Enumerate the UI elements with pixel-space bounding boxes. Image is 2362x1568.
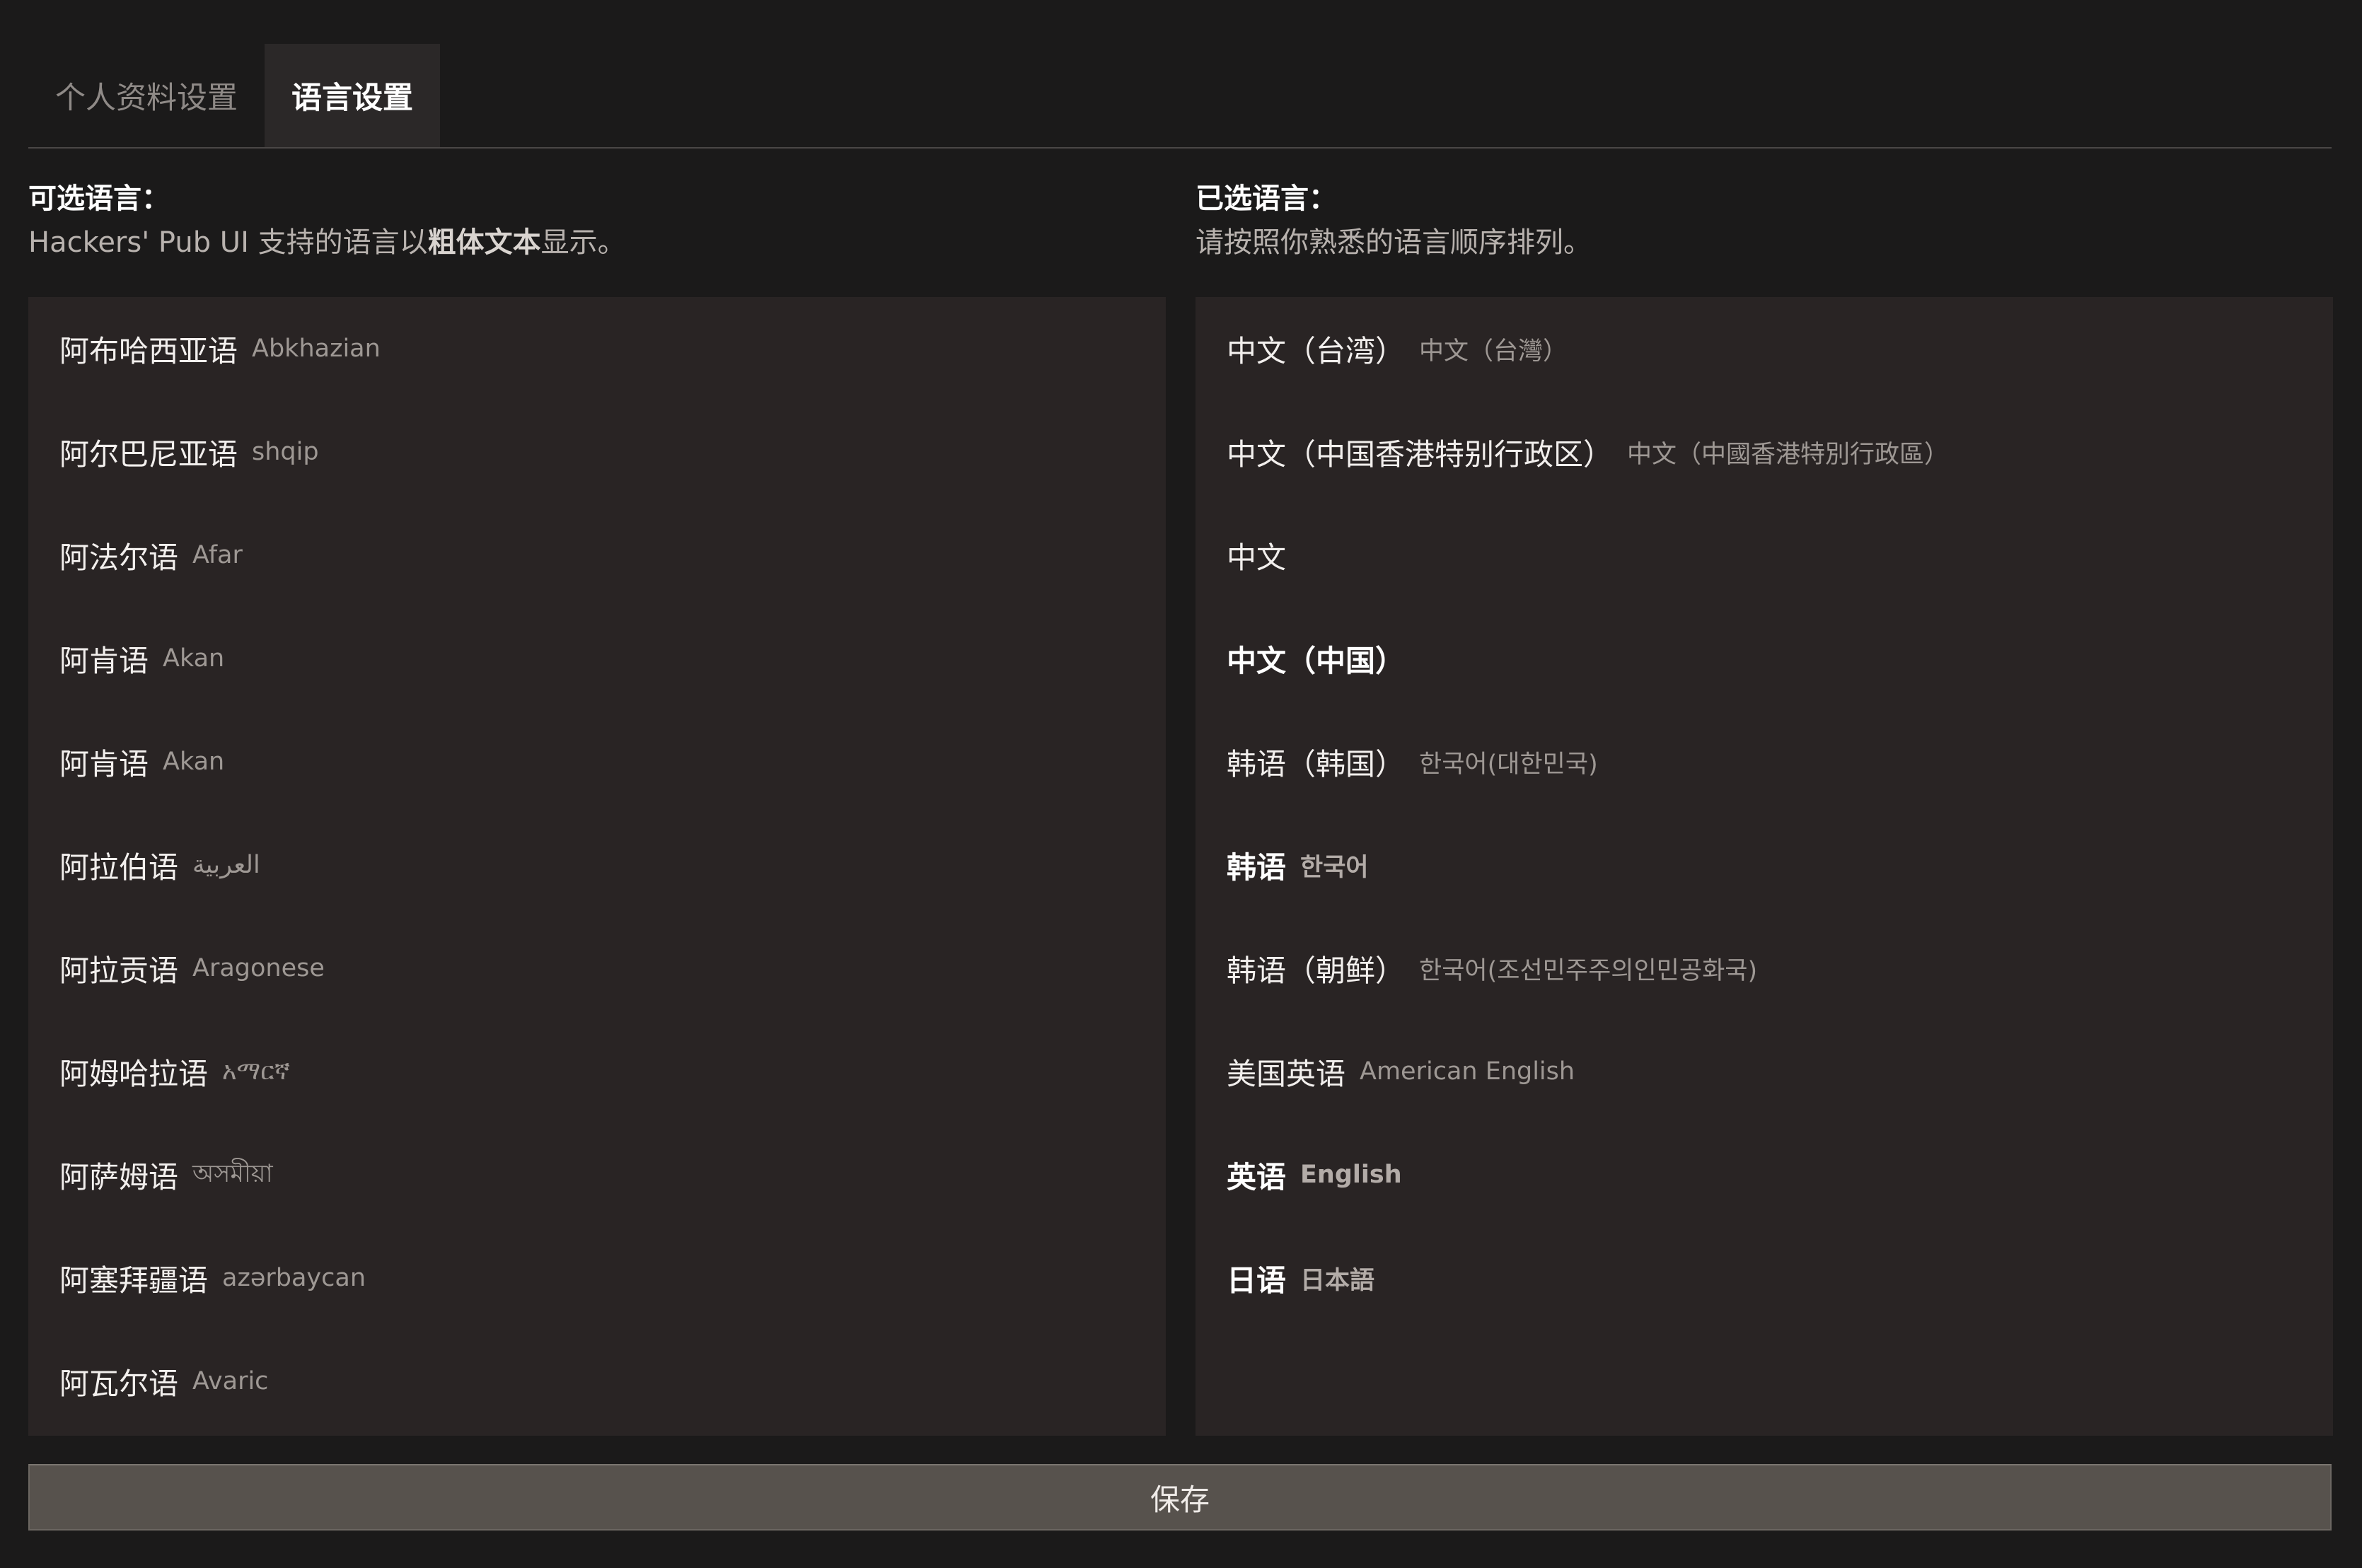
available-languages-description: Hackers' Pub UI 支持的语言以粗体文本显示。 (28, 221, 626, 265)
selected-language-item[interactable]: 日语 日本語 (1196, 1226, 2333, 1330)
selected-languages-list: 中文（台湾） 中文（台灣） 中文（中国香港特别行政区） 中文（中國香港特別行政區） … (1196, 297, 2333, 1436)
language-native-name: Akan (163, 748, 225, 776)
available-language-item[interactable]: 阿尔巴尼亚语 shqip (28, 400, 1166, 504)
language-native-name: 한국어(대한민국) (1419, 750, 1598, 779)
selected-languages-title: 已选语言： (1196, 182, 1337, 215)
language-name: 阿肯语 (59, 746, 149, 782)
language-name: 日语 (1227, 1262, 1287, 1298)
desc-text-bold: 粗体文本 (427, 226, 541, 259)
tab-language-settings[interactable]: 语言设置 (265, 44, 440, 147)
selected-language-item[interactable]: 中文 (1196, 504, 2333, 607)
language-name: 韩语（韩国） (1227, 746, 1406, 782)
language-native-name: 한국어(조선민주주의인민공화국) (1419, 956, 1758, 985)
language-native-name: English (1300, 1161, 1402, 1189)
selected-languages-header: 已选语言： 请按照你熟悉的语言顺序排列。 (1196, 177, 1592, 265)
available-language-item[interactable]: 阿肯语 Akan (28, 607, 1166, 710)
language-native-name: shqip (252, 438, 319, 466)
language-name: 韩语 (1227, 849, 1287, 885)
language-native-name: Aragonese (192, 954, 325, 982)
desc-text-before: Hackers' Pub UI 支持的语言以 (28, 226, 428, 259)
language-native-name: 한국어 (1300, 853, 1369, 882)
desc-text-after: 显示。 (540, 226, 626, 259)
language-name: 韩语（朝鲜） (1227, 953, 1406, 988)
selected-language-item[interactable]: 韩语（朝鲜） 한국어(조선민주주의인민공화국) (1196, 917, 2333, 1020)
available-languages-title: 可选语言： (28, 182, 170, 215)
selected-language-item[interactable]: 韩语 한국어 (1196, 813, 2333, 917)
language-name: 阿姆哈拉语 (59, 1056, 209, 1091)
available-languages-list: 阿布哈西亚语 Abkhazian 阿尔巴尼亚语 shqip 阿法尔语 Afar 阿肯语… (28, 297, 1166, 1436)
language-name: 阿拉伯语 (59, 849, 179, 885)
language-native-name: azərbaycan (222, 1264, 366, 1292)
available-languages-header: 可选语言： Hackers' Pub UI 支持的语言以粗体文本显示。 (28, 177, 626, 265)
available-language-item[interactable]: 阿拉伯语 العربية (28, 813, 1166, 917)
settings-tabs: 个人资料设置 语言设置 (28, 44, 2332, 149)
language-native-name: 中文（中國香港特別行政區） (1627, 440, 1950, 469)
selected-language-item[interactable]: 美国英语 American English (1196, 1020, 2333, 1123)
language-name: 阿瓦尔语 (59, 1366, 179, 1401)
available-language-item[interactable]: 阿萨姆语 অসমীয়া (28, 1123, 1166, 1226)
language-name: 阿布哈西亚语 (59, 333, 238, 368)
language-native-name: 日本語 (1300, 1266, 1375, 1295)
language-name: 中文（台湾） (1227, 333, 1406, 368)
language-name: 阿肯语 (59, 643, 149, 678)
available-language-item[interactable]: 阿塞拜疆语 azərbaycan (28, 1226, 1166, 1330)
language-native-name: American English (1360, 1057, 1575, 1086)
language-native-name: አማርኛ (222, 1057, 290, 1086)
language-native-name: Avaric (192, 1367, 269, 1395)
language-native-name: 中文（台灣） (1419, 337, 1568, 366)
language-name: 英语 (1227, 1159, 1287, 1195)
language-name: 阿塞拜疆语 (59, 1262, 209, 1298)
selected-language-item[interactable]: 中文（中国香港特别行政区） 中文（中國香港特別行政區） (1196, 400, 2333, 504)
language-native-name: Akan (163, 644, 225, 673)
selected-language-item[interactable]: 中文（台湾） 中文（台灣） (1196, 297, 2333, 400)
language-name: 阿拉贡语 (59, 953, 179, 988)
selected-language-item[interactable]: 英语 English (1196, 1123, 2333, 1226)
selected-language-item[interactable]: 中文（中国） (1196, 607, 2333, 710)
language-native-name: Afar (192, 541, 243, 569)
language-name: 中文 (1227, 540, 1287, 575)
available-language-item[interactable]: 阿拉贡语 Aragonese (28, 917, 1166, 1020)
language-native-name: العربية (192, 851, 260, 879)
language-name: 阿萨姆语 (59, 1159, 179, 1195)
tab-profile-settings[interactable]: 个人资料设置 (28, 44, 265, 147)
language-name: 中文（中国香港特别行政区） (1227, 436, 1614, 472)
save-button[interactable]: 保存 (28, 1464, 2332, 1531)
available-language-item[interactable]: 阿姆哈拉语 አማርኛ (28, 1020, 1166, 1123)
language-name: 阿法尔语 (59, 540, 179, 575)
language-name: 中文（中国） (1227, 643, 1406, 678)
available-language-item[interactable]: 阿肯语 Akan (28, 710, 1166, 813)
available-language-item[interactable]: 阿瓦尔语 Avaric (28, 1330, 1166, 1433)
language-name: 美国英语 (1227, 1056, 1346, 1091)
available-language-item[interactable]: 阿法尔语 Afar (28, 504, 1166, 607)
selected-language-item[interactable]: 韩语（韩国） 한국어(대한민국) (1196, 710, 2333, 813)
selected-languages-description: 请按照你熟悉的语言顺序排列。 (1196, 226, 1592, 259)
language-native-name: অসমীয়া (192, 1159, 273, 1188)
language-native-name: Abkhazian (252, 335, 381, 363)
available-language-item[interactable]: 阿布哈西亚语 Abkhazian (28, 297, 1166, 400)
language-name: 阿尔巴尼亚语 (59, 436, 238, 472)
